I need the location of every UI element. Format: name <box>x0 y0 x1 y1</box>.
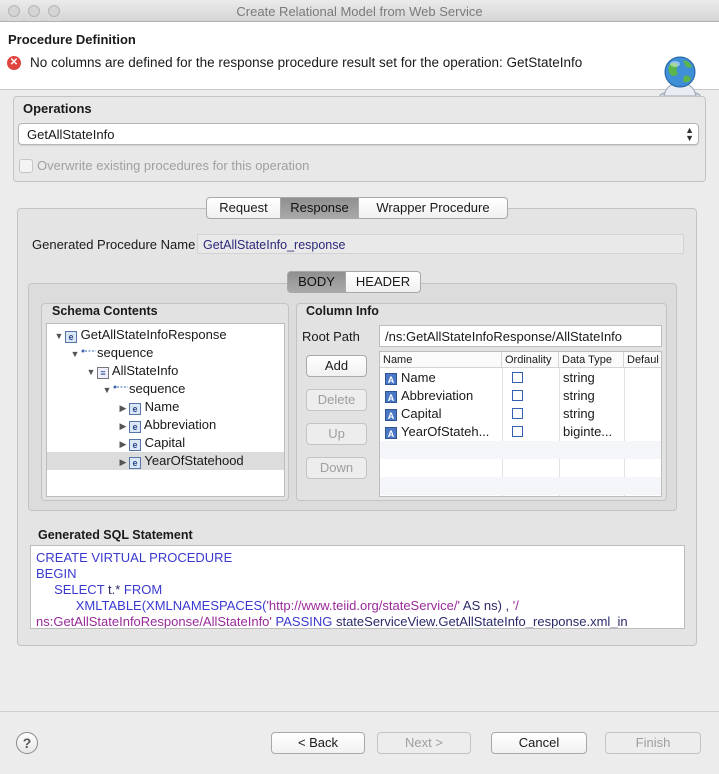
help-button[interactable]: ? <box>16 732 38 754</box>
subtab-body[interactable]: BODY <box>287 271 346 293</box>
element-icon: e <box>129 403 141 415</box>
operations-select-value: GetAllStateInfo <box>27 127 115 142</box>
tree-item[interactable]: ▶ e Name <box>117 398 179 416</box>
window-title: Create Relational Model from Web Service <box>236 4 483 19</box>
sql-token: FROM <box>123 582 163 597</box>
generated-name-field: GetAllStateInfo_response <box>197 234 684 254</box>
finish-button[interactable]: Finish <box>605 732 701 754</box>
element-icon: e <box>129 439 141 451</box>
operations-label: Operations <box>23 101 92 116</box>
error-message: No columns are defined for the response … <box>30 55 583 70</box>
collapsed-arrow-icon[interactable]: ▶ <box>117 417 129 435</box>
data-type-cell: biginte... <box>563 424 613 439</box>
subtab-header[interactable]: HEADER <box>346 271 421 293</box>
ordinality-checkbox[interactable] <box>512 426 523 437</box>
element-icon: e <box>129 421 141 433</box>
column-header-default[interactable]: Defaul <box>624 352 661 368</box>
sql-token: stateServiceView.GetAllStateInfo_respons… <box>335 614 628 629</box>
up-button[interactable]: Up <box>306 423 367 445</box>
tab-response[interactable]: Response <box>281 197 359 219</box>
element-icon: e <box>129 457 141 469</box>
web-service-globe-icon <box>659 56 701 102</box>
column-header-data-type[interactable]: Data Type <box>559 352 624 368</box>
add-button[interactable]: Add <box>306 355 367 377</box>
tree-item[interactable]: ▶ e Capital <box>117 434 185 452</box>
sql-token: 'http://www.teiid.org/stateService/' <box>266 598 460 613</box>
column-header-name[interactable]: Name <box>380 352 502 368</box>
columns-table[interactable]: Name Ordinality Data Type Defaul A Name s… <box>379 351 662 497</box>
expanded-arrow-icon[interactable]: ▼ <box>53 327 65 345</box>
expanded-arrow-icon[interactable]: ▼ <box>101 381 113 399</box>
tree-item[interactable]: ▼ sequence <box>69 344 154 363</box>
data-type-cell: string <box>563 406 595 421</box>
sql-statement-text[interactable]: CREATE VIRTUAL PROCEDURE BEGIN SELECT t.*… <box>30 545 685 629</box>
sql-token: t.* <box>104 582 124 597</box>
tree-item[interactable]: ▶ e Abbreviation <box>117 416 216 434</box>
sql-token: ns:GetAllStateInfoResponse/AllStateInfo' <box>36 614 272 629</box>
ordinality-checkbox[interactable] <box>512 372 523 383</box>
footer-divider <box>0 711 719 712</box>
complex-type-icon: ≡ <box>97 367 109 379</box>
sql-token: '/ <box>512 598 519 613</box>
cancel-button[interactable]: Cancel <box>491 732 587 754</box>
tree-item-selected[interactable]: ▶ e YearOfStatehood <box>117 452 244 470</box>
collapsed-arrow-icon[interactable]: ▶ <box>117 435 129 453</box>
empty-row <box>380 477 661 495</box>
tab-request[interactable]: Request <box>206 197 281 219</box>
tab-wrapper-procedure[interactable]: Wrapper Procedure <box>359 197 508 219</box>
sql-label: Generated SQL Statement <box>38 528 193 542</box>
root-path-input[interactable]: /ns:GetAllStateInfoResponse/AllStateInfo <box>379 325 662 347</box>
schema-label: Schema Contents <box>52 304 158 318</box>
back-button[interactable]: < Back <box>271 732 365 754</box>
string-type-icon: A <box>385 409 397 421</box>
error-icon: ✕ <box>7 56 21 70</box>
delete-button[interactable]: Delete <box>306 389 367 411</box>
tree-item[interactable]: ▼ e GetAllStateInfoResponse <box>53 326 227 344</box>
string-type-icon: A <box>385 373 397 385</box>
element-icon: e <box>65 331 77 343</box>
ordinality-checkbox[interactable] <box>512 408 523 419</box>
sequence-icon <box>113 385 128 389</box>
root-path-label: Root Path <box>302 329 360 344</box>
tree-item[interactable]: ▼ ≡ AllStateInfo <box>85 362 178 380</box>
ordinality-checkbox[interactable] <box>512 390 523 401</box>
overwrite-label: Overwrite existing procedures for this o… <box>37 158 310 173</box>
title-bar: Create Relational Model from Web Service <box>0 0 719 22</box>
sql-token: XMLTABLE(XMLNAMESPACES( <box>75 598 267 613</box>
sql-token: SELECT <box>54 582 105 597</box>
generated-name-label: Generated Procedure Name <box>32 237 196 252</box>
sql-token: AS ns) , <box>460 598 513 613</box>
string-type-icon: A <box>385 391 397 403</box>
schema-tree[interactable]: ▼ e GetAllStateInfoResponse ▼ sequence ▼ ≡ … <box>46 323 285 497</box>
sql-line: BEGIN <box>36 566 77 581</box>
expanded-arrow-icon[interactable]: ▼ <box>85 363 97 381</box>
down-button[interactable]: Down <box>306 457 367 479</box>
collapsed-arrow-icon[interactable]: ▶ <box>117 399 129 417</box>
column-header-ordinality[interactable]: Ordinality <box>502 352 559 368</box>
wizard-header: Procedure Definition ✕ No columns are de… <box>0 22 719 102</box>
sql-line: CREATE VIRTUAL PROCEDURE <box>36 550 233 565</box>
sql-token: PASSING <box>271 614 336 629</box>
overwrite-checkbox[interactable] <box>19 159 33 173</box>
data-type-cell: string <box>563 370 595 385</box>
collapsed-arrow-icon[interactable]: ▶ <box>117 453 129 471</box>
data-type-cell: string <box>563 388 595 403</box>
empty-row <box>380 441 661 459</box>
tree-item[interactable]: ▼ sequence <box>101 380 186 399</box>
column-info-label: Column Info <box>306 304 379 318</box>
sequence-icon <box>81 349 96 353</box>
expanded-arrow-icon[interactable]: ▼ <box>69 345 81 363</box>
operations-select[interactable]: GetAllStateInfo ▲ ▼ <box>18 123 699 145</box>
string-type-icon: A <box>385 427 397 439</box>
page-title: Procedure Definition <box>8 32 136 47</box>
next-button[interactable]: Next > <box>377 732 471 754</box>
updown-arrows-icon: ▲ ▼ <box>685 125 694 143</box>
